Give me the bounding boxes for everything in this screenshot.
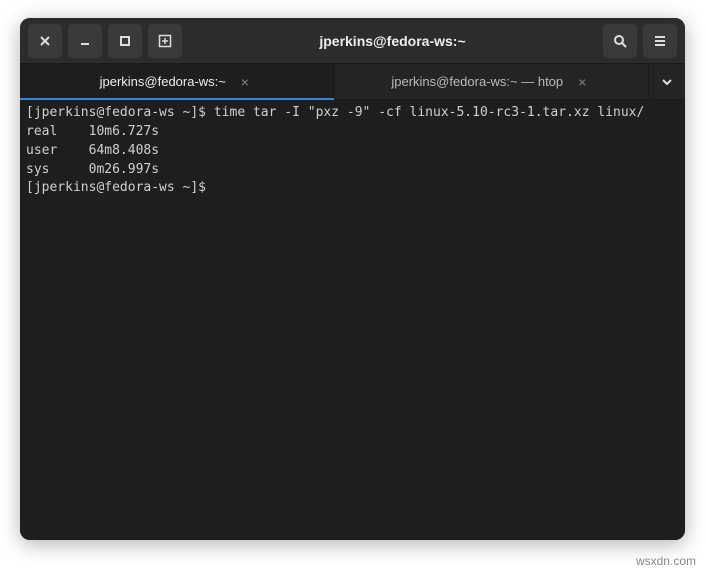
tab-close-button[interactable]: × <box>236 73 254 91</box>
search-icon <box>613 34 627 48</box>
terminal-line: sys 0m26.997s <box>26 161 679 180</box>
window-title: jperkins@fedora-ws:~ <box>188 33 597 49</box>
tab-close-button[interactable]: × <box>573 73 591 91</box>
close-icon: × <box>241 74 249 90</box>
new-tab-icon <box>158 34 172 48</box>
tab-dropdown-button[interactable] <box>649 64 685 99</box>
close-button[interactable] <box>28 24 62 58</box>
terminal-line: [jperkins@fedora-ws ~]$ <box>26 179 679 198</box>
tab-label: jperkins@fedora-ws:~ — htop <box>391 74 563 89</box>
hamburger-icon <box>653 34 667 48</box>
maximize-button[interactable] <box>108 24 142 58</box>
titlebar: jperkins@fedora-ws:~ <box>20 18 685 64</box>
terminal-line: real 10m6.727s <box>26 123 679 142</box>
maximize-icon <box>119 35 131 47</box>
search-button[interactable] <box>603 24 637 58</box>
watermark: wsxdn.com <box>636 554 696 568</box>
terminal-line: [jperkins@fedora-ws ~]$ time tar -I "pxz… <box>26 104 679 123</box>
close-icon: × <box>578 74 586 90</box>
minimize-icon <box>79 35 91 47</box>
close-icon <box>39 35 51 47</box>
tab-terminal-2[interactable]: jperkins@fedora-ws:~ — htop × <box>335 64 650 99</box>
minimize-button[interactable] <box>68 24 102 58</box>
terminal-line: user 64m8.408s <box>26 142 679 161</box>
tabbar: jperkins@fedora-ws:~ × jperkins@fedora-w… <box>20 64 685 100</box>
terminal-window: jperkins@fedora-ws:~ jperkins@fedora-ws:… <box>20 18 685 540</box>
menu-button[interactable] <box>643 24 677 58</box>
terminal-output[interactable]: [jperkins@fedora-ws ~]$ time tar -I "pxz… <box>20 100 685 540</box>
chevron-down-icon <box>661 76 673 88</box>
tab-label: jperkins@fedora-ws:~ <box>100 74 226 89</box>
new-tab-button[interactable] <box>148 24 182 58</box>
tab-terminal-1[interactable]: jperkins@fedora-ws:~ × <box>20 64 335 99</box>
